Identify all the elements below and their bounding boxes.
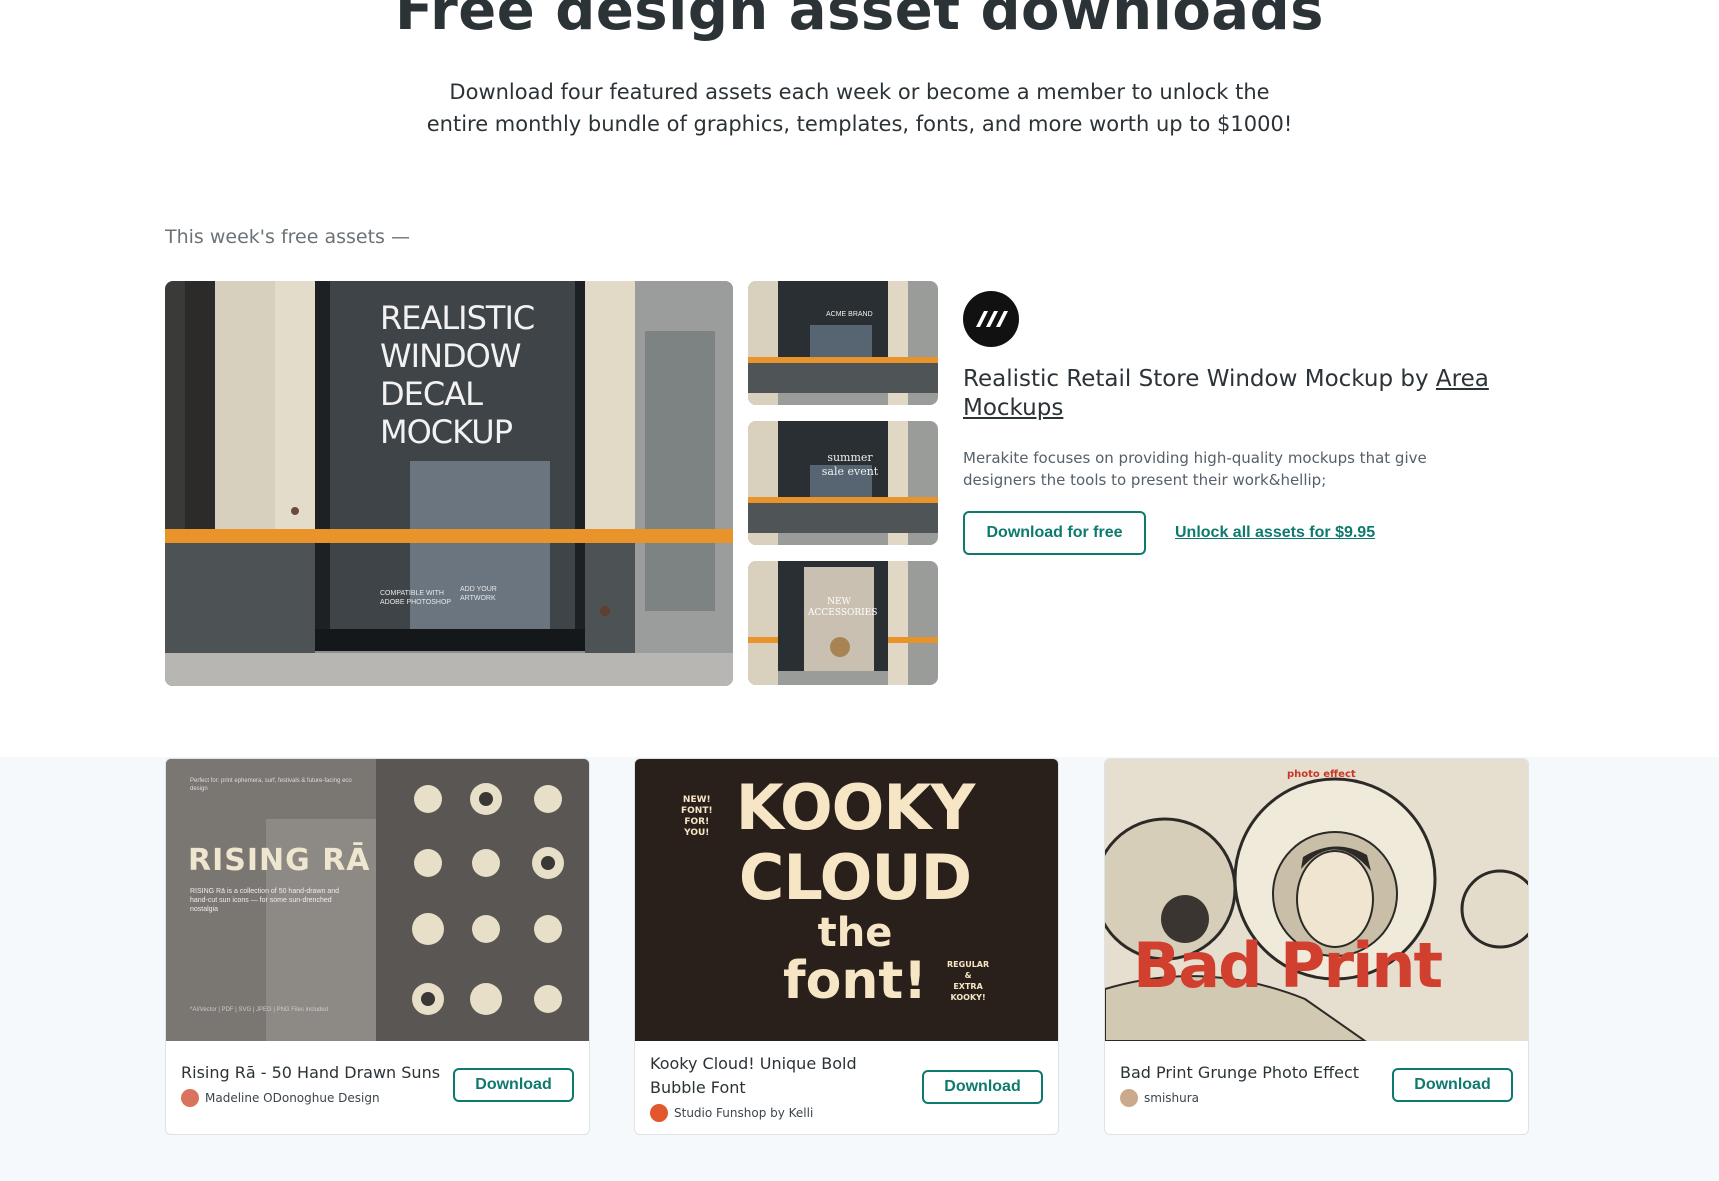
avatar: [1120, 1089, 1138, 1107]
artwork-side-text: REGULAR: [947, 960, 990, 969]
download-button[interactable]: Download: [1392, 1068, 1513, 1102]
asset-card-title[interactable]: Bad Print Grunge Photo Effect: [1120, 1061, 1380, 1085]
artwork-line: the: [817, 910, 893, 956]
artwork-body: RISING Rā is a collection of 50 hand-dra…: [190, 888, 340, 913]
mockup-small-text: ADD YOUR: [460, 586, 497, 593]
artwork-caption: Perfect for: print ephemera, surf, festi…: [190, 778, 352, 792]
avatar: [181, 1089, 199, 1107]
asset-card[interactable]: Perfect for: print ephemera, surf, festi…: [165, 758, 590, 1135]
mockup-text-line: MOCKUP: [380, 413, 513, 451]
author-name: Studio Funshop by Kelli: [674, 1106, 814, 1120]
featured-thumbnail[interactable]: summer sale event: [748, 421, 938, 545]
featured-title: Realistic Retail Store Window Mockup by …: [963, 365, 1503, 423]
asset-card-author[interactable]: smishura: [1120, 1089, 1199, 1107]
artwork-heading: Bad Print: [1133, 929, 1443, 1002]
artwork-side-text: &: [964, 971, 972, 980]
asset-card-title[interactable]: Rising Rā - 50 Hand Drawn Suns: [181, 1061, 441, 1085]
thumbnail-illustration: [748, 421, 938, 545]
asset-card-image[interactable]: photo effect Bad Print: [1105, 759, 1528, 1041]
download-for-free-button[interactable]: Download for free: [963, 511, 1146, 555]
artwork-caption: photo effect: [1287, 769, 1356, 780]
unlock-all-assets-link[interactable]: Unlock all assets for $9.95: [1175, 524, 1375, 542]
artwork-side-text: KOOKY!: [950, 993, 986, 1002]
page-title: Free design asset downloads: [394, 0, 1325, 43]
thumbnail-illustration: [748, 561, 938, 685]
featured-description: Merakite focuses on providing high-quali…: [963, 449, 1427, 489]
featured-thumbnail[interactable]: ACME BRAND: [748, 281, 938, 405]
brand-logo[interactable]: [963, 291, 1019, 347]
download-button[interactable]: Download: [922, 1070, 1043, 1104]
artwork-line: CLOUD: [738, 841, 972, 914]
featured-title-text: Realistic Retail Store Window Mockup by: [963, 366, 1436, 392]
author-name: Madeline ODonoghue Design: [205, 1091, 380, 1105]
artwork-footer: *AI/Vector | PDF | SVG | JPEG | PNG File…: [190, 1007, 328, 1013]
asset-card-image[interactable]: Perfect for: print ephemera, surf, festi…: [166, 759, 589, 1041]
section-label: This week's free assets —: [165, 226, 410, 248]
avatar: [650, 1104, 668, 1122]
artwork-side-text: EXTRA: [953, 982, 983, 991]
download-button[interactable]: Download: [453, 1068, 574, 1102]
asset-card-image[interactable]: NEW! FONT! FOR! YOU! KOOKY CLOUD the fon…: [635, 759, 1058, 1041]
thumbnail-text: ACME BRAND: [826, 311, 873, 318]
author-name: smishura: [1144, 1091, 1200, 1105]
thumbnail-text: summer sale event: [821, 451, 879, 478]
asset-card-author[interactable]: Madeline ODonoghue Design: [181, 1089, 380, 1107]
featured-main-image[interactable]: REALISTIC WINDOW DECAL MOCKUP COMPATIBLE…: [165, 281, 733, 686]
mockup-small-text: ARTWORK: [460, 595, 496, 602]
artwork-line: KOOKY: [735, 771, 976, 844]
page-subtitle: Download four featured assets each week …: [426, 80, 1293, 136]
mockup-text-line: DECAL: [380, 375, 483, 413]
asset-card[interactable]: photo effect Bad Print Bad Print Grunge …: [1104, 758, 1529, 1135]
mockup-small-text: COMPATIBLE WITH: [380, 590, 444, 597]
thumbnail-illustration: [748, 281, 938, 405]
artwork-heading: RISING RĀ: [188, 843, 371, 878]
mockup-small-text: ADOBE PHOTOSHOP: [380, 599, 452, 606]
mockup-text-line: REALISTIC: [380, 299, 535, 337]
thumbnail-text: NEW ACCESSORIES: [808, 597, 878, 618]
asset-card-title[interactable]: Kooky Cloud! Unique Bold Bubble Font: [650, 1052, 910, 1100]
asset-card[interactable]: NEW! FONT! FOR! YOU! KOOKY CLOUD the fon…: [634, 758, 1059, 1135]
mockup-text-line: WINDOW: [380, 337, 521, 375]
area-mockups-logo-icon: [976, 311, 1008, 327]
asset-card-author[interactable]: Studio Funshop by Kelli: [650, 1104, 813, 1122]
featured-thumbnail[interactable]: NEW ACCESSORIES: [748, 561, 938, 685]
